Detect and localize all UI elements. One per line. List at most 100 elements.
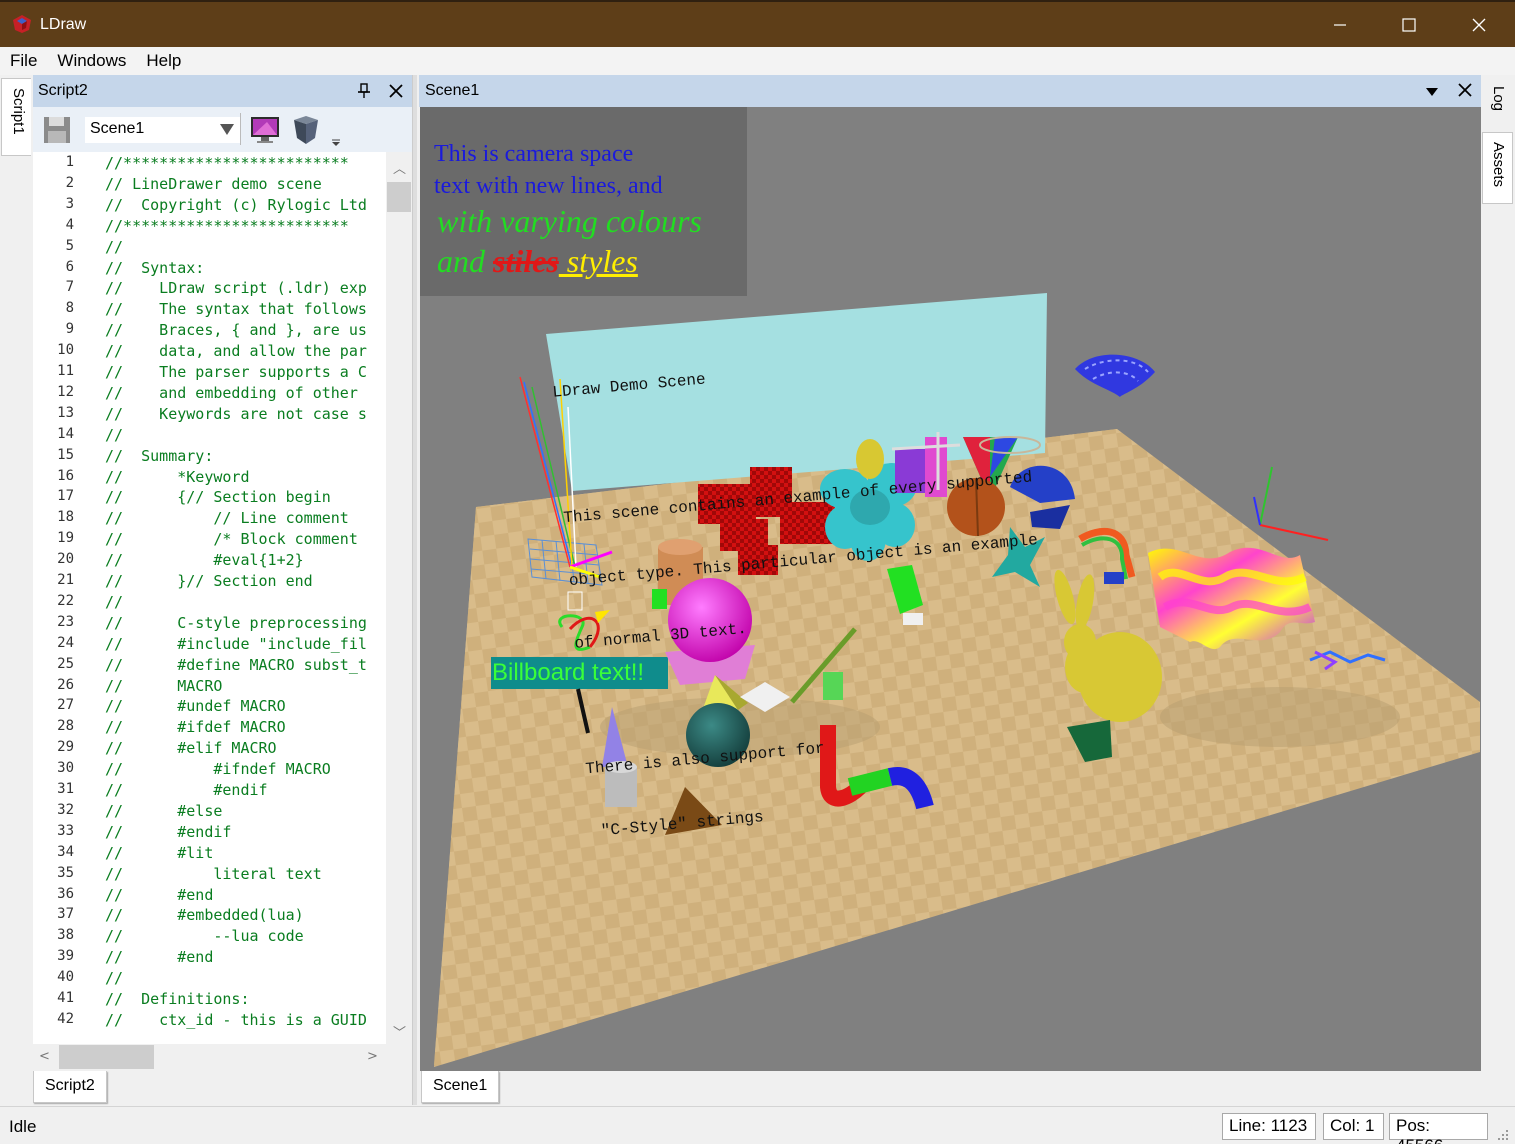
code-line: // literal text bbox=[105, 864, 322, 883]
camera-text-styles: styles bbox=[558, 243, 638, 279]
line-number: 37 bbox=[57, 906, 74, 923]
scroll-down-icon[interactable]: ﹀ bbox=[393, 1022, 406, 1041]
code-line: // #endif bbox=[105, 781, 268, 799]
menu-bar: File Windows Help bbox=[0, 47, 1515, 75]
window-title: LDraw bbox=[40, 16, 87, 33]
code-line: // Definitions: bbox=[105, 990, 250, 1008]
vertical-scroll-thumb[interactable] bbox=[387, 182, 411, 212]
demo-text-line4: There is also support for bbox=[584, 739, 826, 779]
line-number: 10 bbox=[57, 342, 74, 359]
save-icon[interactable] bbox=[41, 114, 73, 146]
horizontal-scroll-thumb[interactable] bbox=[59, 1045, 154, 1069]
side-tab-script1[interactable]: Script1 bbox=[1, 78, 31, 156]
side-tab-script1-label: Script1 bbox=[10, 88, 27, 135]
side-tab-log[interactable]: Log bbox=[1482, 78, 1513, 126]
code-line: // *Keyword bbox=[105, 467, 250, 486]
line-number: 36 bbox=[57, 885, 74, 902]
close-script-panel-button[interactable] bbox=[385, 80, 407, 102]
editor-horizontal-scrollbar[interactable]: < > bbox=[33, 1044, 386, 1070]
line-number: 31 bbox=[57, 781, 74, 797]
camera-text-line4: and stiles styles bbox=[437, 243, 638, 280]
scroll-left-icon[interactable]: < bbox=[39, 1049, 50, 1064]
blue-dotted-cone bbox=[1075, 354, 1155, 397]
chevron-down-icon[interactable] bbox=[219, 121, 235, 137]
line-number: 28 bbox=[57, 718, 74, 735]
script-panel-title: Script2 bbox=[38, 82, 88, 99]
code-line: // C-style preprocessing bbox=[105, 613, 367, 632]
script-editor[interactable]: 1 2 3 4 5 6 7 8 9 10 11 12 13 14 15 16 17 18 19 20 21 22 23 24 2… bbox=[33, 152, 412, 1044]
code-line: // LDraw script (.ldr) exp bbox=[105, 279, 367, 298]
script-panel: Script2 Scene1 1 2 3 4 5 6 7 8 9 10 11 12 13 14 15 16 17… bbox=[33, 75, 412, 1105]
line-number: 27 bbox=[57, 697, 74, 714]
scene-viewport[interactable]: This is camera space text with new lines… bbox=[420, 107, 1481, 1071]
code-line: // bbox=[105, 237, 124, 256]
scene-combo[interactable]: Scene1 bbox=[85, 117, 240, 143]
code-line: // data, and allow the par bbox=[105, 342, 367, 361]
script-panel-header: Script2 bbox=[33, 75, 412, 107]
close-icon[interactable] bbox=[1458, 83, 1472, 97]
line-number: 11 bbox=[57, 363, 74, 379]
tab-script2[interactable]: Script2 bbox=[33, 1071, 107, 1103]
code-line: // // Line comment bbox=[105, 509, 349, 528]
close-window-button[interactable] bbox=[1444, 2, 1514, 47]
code-line: // ctx_id - this is a GUID bbox=[105, 1010, 367, 1029]
camera-text: This is camera space text with new lines… bbox=[434, 138, 663, 202]
close-icon bbox=[1472, 18, 1486, 31]
render-monitor-icon[interactable] bbox=[249, 114, 281, 146]
tab-scene1[interactable]: Scene1 bbox=[421, 1071, 500, 1103]
line-number: 39 bbox=[57, 948, 74, 965]
demo-text: LDraw Demo Scene This scene contains an … bbox=[548, 300, 1064, 885]
code-line: // #include "include_fil bbox=[105, 634, 367, 653]
code-line: //************************* bbox=[105, 154, 349, 172]
line-number: 29 bbox=[57, 739, 74, 756]
toolbar-overflow-icon[interactable] bbox=[331, 139, 341, 147]
demo-text-line2: object type. This particular object is a… bbox=[568, 531, 1039, 591]
menu-file[interactable]: File bbox=[0, 47, 47, 75]
maximize-button[interactable] bbox=[1374, 2, 1444, 47]
panel-splitter[interactable] bbox=[412, 75, 417, 1105]
clear-bin-icon[interactable] bbox=[290, 114, 322, 146]
line-number: 21 bbox=[57, 572, 74, 588]
line-number: 4 bbox=[65, 216, 74, 233]
camera-text-line2: text with new lines, and bbox=[434, 173, 663, 199]
pin-button[interactable] bbox=[353, 80, 375, 102]
line-number: 12 bbox=[57, 383, 74, 400]
side-tab-assets[interactable]: Assets bbox=[1482, 132, 1513, 204]
menu-windows[interactable]: Windows bbox=[47, 47, 136, 75]
line-number: 3 bbox=[65, 195, 74, 212]
code-line: // #eval{1+2} bbox=[105, 551, 304, 570]
demo-text-line3: of normal 3D text. bbox=[573, 619, 748, 653]
line-number: 16 bbox=[57, 467, 74, 484]
side-tab-assets-label: Assets bbox=[1490, 142, 1507, 188]
code-line: // /* Block comment bbox=[105, 530, 358, 549]
line-number: 26 bbox=[57, 676, 74, 693]
line-number: 23 bbox=[57, 613, 74, 630]
code-line: // bbox=[105, 425, 124, 444]
line-number: 17 bbox=[57, 488, 74, 505]
resize-grip-icon[interactable] bbox=[1496, 1130, 1510, 1142]
scroll-up-icon[interactable]: ︿ bbox=[393, 158, 406, 177]
demo-text-line1: This scene contains an example of every … bbox=[562, 468, 1033, 528]
line-number: 42 bbox=[57, 1010, 74, 1027]
chevron-down-icon[interactable] bbox=[1425, 87, 1439, 97]
scroll-right-icon[interactable]: > bbox=[367, 1049, 378, 1064]
demo-text-line5: "C-Style" strings bbox=[600, 808, 765, 841]
code-line: // LineDrawer demo scene bbox=[105, 174, 322, 193]
line-number: 38 bbox=[57, 927, 74, 944]
line-number: 20 bbox=[57, 551, 74, 568]
minimize-button[interactable] bbox=[1305, 2, 1375, 47]
menu-help[interactable]: Help bbox=[136, 47, 191, 75]
line-number: 9 bbox=[65, 321, 74, 338]
right-side-tabs: Log Assets bbox=[1481, 75, 1515, 1105]
code-line: // #else bbox=[105, 801, 223, 820]
line-number: 6 bbox=[65, 258, 74, 275]
scene-panel: Scene1 This is camera space text with ne… bbox=[419, 75, 1481, 1105]
code-line: // Syntax: bbox=[105, 258, 205, 277]
editor-vertical-scrollbar[interactable]: ︿ ﹀ bbox=[386, 152, 412, 1044]
line-number: 19 bbox=[57, 530, 74, 547]
app-icon bbox=[13, 15, 31, 33]
code-line: // #ifdef MACRO bbox=[105, 718, 286, 737]
code-line: // bbox=[105, 969, 124, 988]
code-line: // The syntax that follows bbox=[105, 300, 367, 319]
line-number: 41 bbox=[57, 990, 74, 1006]
